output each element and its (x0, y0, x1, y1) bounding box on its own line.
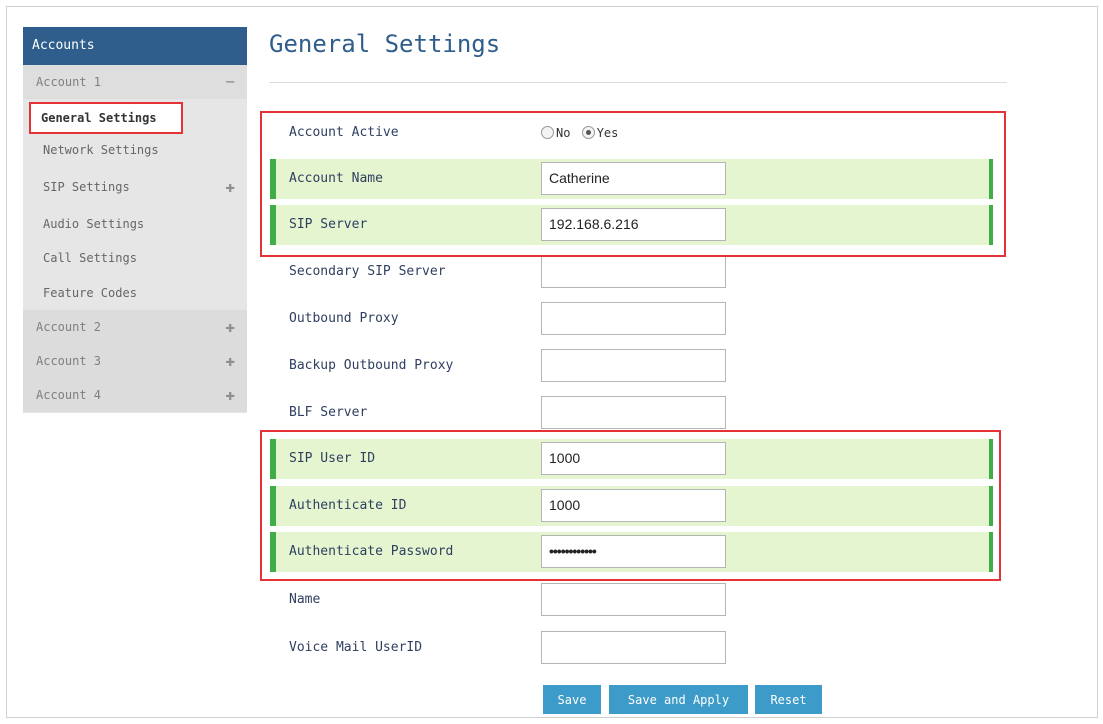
sidebar-item-label: General Settings (41, 111, 157, 125)
name-field[interactable] (541, 583, 726, 616)
sidebar-item-label: Account 3 (36, 354, 102, 368)
sidebar-item-account-1[interactable]: Account 1 − (23, 65, 247, 99)
sidebar-item-feature-codes[interactable]: Feature Codes (23, 276, 247, 310)
expand-icon[interactable]: ✚ (225, 344, 235, 378)
voice-mail-userid-row: Voice Mail UserID (270, 628, 993, 668)
sidebar-item-label: Network Settings (43, 143, 159, 157)
sidebar-item-label: Account 1 (36, 75, 102, 89)
annotation-box (260, 430, 1001, 581)
annotation-box (260, 111, 1006, 257)
backup-outbound-proxy-field[interactable] (541, 349, 726, 382)
sidebar-item-call-settings[interactable]: Call Settings (23, 241, 247, 275)
collapse-icon[interactable]: − (225, 65, 235, 99)
page-title: General Settings (269, 30, 501, 58)
name-row: Name (270, 580, 993, 620)
sidebar-header: Accounts (23, 27, 247, 65)
backup-outbound-proxy-row: Backup Outbound Proxy (270, 346, 993, 386)
backup-outbound-proxy-label: Backup Outbound Proxy (289, 358, 454, 373)
secondary-sip-server-label: Secondary SIP Server (289, 264, 446, 279)
sidebar-item-label: Feature Codes (43, 286, 137, 300)
sidebar-item-sip-settings[interactable]: SIP Settings ✚ (23, 170, 247, 204)
expand-icon[interactable]: ✚ (225, 378, 235, 412)
outbound-proxy-field[interactable] (541, 302, 726, 335)
divider (269, 82, 1007, 83)
outbound-proxy-row: Outbound Proxy (270, 299, 993, 339)
secondary-sip-server-field[interactable] (541, 255, 726, 288)
expand-icon[interactable]: ✚ (225, 310, 235, 344)
sidebar-item-label: Audio Settings (43, 217, 145, 231)
outbound-proxy-label: Outbound Proxy (289, 311, 399, 326)
save-and-apply-button[interactable]: Save and Apply (609, 685, 748, 714)
sidebar-item-account-2[interactable]: Account 2 ✚ (23, 310, 247, 344)
expand-icon[interactable]: ✚ (225, 170, 235, 204)
reset-button[interactable]: Reset (755, 685, 822, 714)
save-button[interactable]: Save (543, 685, 601, 714)
sidebar-item-account-4[interactable]: Account 4 ✚ (23, 378, 247, 412)
sidebar-item-label: Call Settings (43, 251, 137, 265)
sidebar-item-audio-settings[interactable]: Audio Settings (23, 207, 247, 241)
sidebar-item-label: Account 2 (36, 320, 102, 334)
sidebar-item-general-settings[interactable]: General Settings (29, 102, 183, 134)
sidebar-item-account-3[interactable]: Account 3 ✚ (23, 344, 247, 378)
sidebar-item-label: SIP Settings (43, 180, 130, 194)
blf-server-field[interactable] (541, 396, 726, 429)
sidebar: Accounts Account 1 − Network Settings SI… (23, 27, 247, 413)
sidebar-item-label: Account 4 (36, 388, 102, 402)
voice-mail-userid-label: Voice Mail UserID (289, 640, 423, 655)
blf-server-row: BLF Server (270, 393, 993, 433)
name-label: Name (289, 592, 321, 607)
voice-mail-userid-field[interactable] (541, 631, 726, 664)
secondary-sip-server-row: Secondary SIP Server (270, 252, 993, 292)
sidebar-item-network-settings[interactable]: Network Settings (23, 133, 247, 167)
blf-server-label: BLF Server (289, 405, 368, 420)
